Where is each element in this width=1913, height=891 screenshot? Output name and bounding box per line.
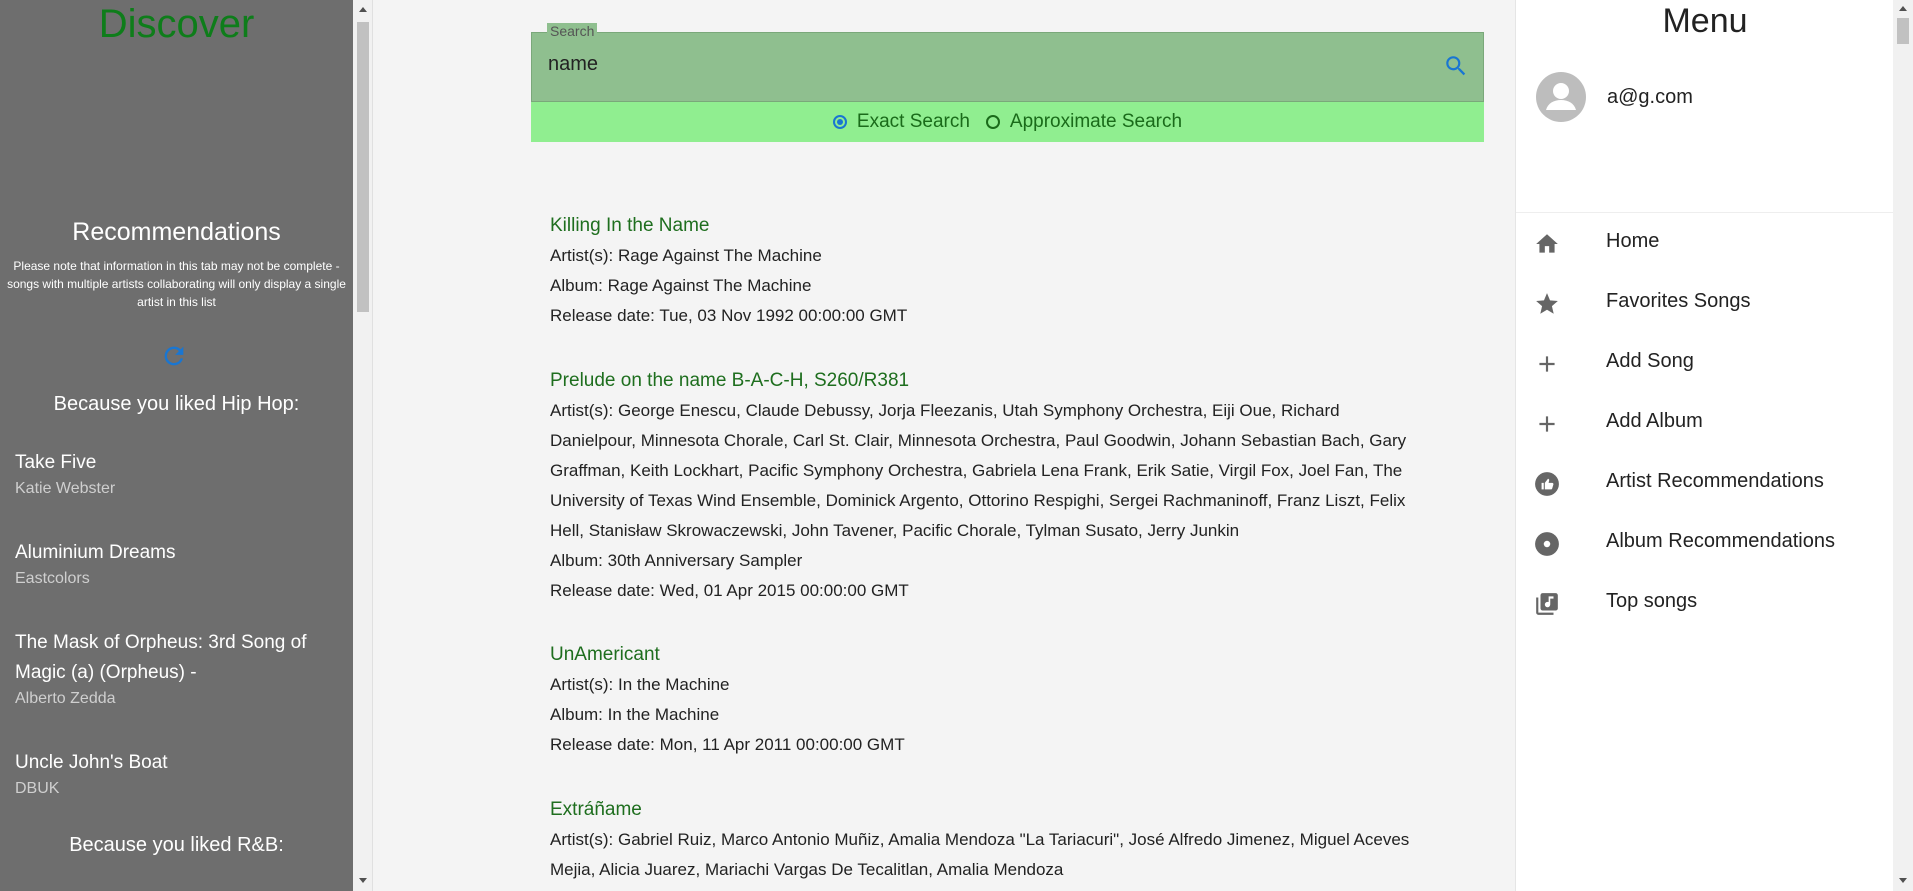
- recommended-song[interactable]: Uncle John's Boat DBUK: [15, 748, 345, 800]
- radio-selected-icon[interactable]: [832, 115, 847, 129]
- recommendations-heading: Recommendations: [72, 218, 281, 246]
- search-input[interactable]: [548, 53, 1398, 76]
- menu-item-label: Favorites Songs: [1606, 290, 1751, 312]
- disc-icon: [1535, 532, 1559, 556]
- result-artists-line: Hell, Stanisław Skrowaczewski, John Tave…: [550, 521, 1240, 540]
- result-release-date: Release date: Wed, 01 Apr 2015 00:00:00 …: [550, 581, 909, 600]
- sidebar-scrollbar[interactable]: [353, 0, 373, 891]
- menu-panel: Menu a@g.com Home Favorites Songs Add So…: [1515, 0, 1894, 891]
- menu-item-label: Top songs: [1606, 590, 1698, 612]
- search-result: Prelude on the name B-A-C-H, S260/R381 A…: [550, 366, 1470, 606]
- discover-title: Discover: [98, 2, 255, 46]
- recommended-song[interactable]: Take Five Katie Webster: [15, 448, 345, 500]
- search-result: Extráñame Artist(s): Gabriel Ruiz, Marco…: [550, 795, 1470, 885]
- plus-icon: [1539, 416, 1555, 432]
- approximate-search-radio[interactable]: Approximate Search: [985, 111, 1183, 133]
- search-label: Search: [547, 23, 598, 39]
- song-title: Take Five: [15, 452, 97, 473]
- user-icon: [1546, 83, 1576, 110]
- menu-item-label: Add Album: [1606, 410, 1703, 432]
- user-email: a@g.com: [1607, 86, 1693, 108]
- menu-item-label: Home: [1606, 230, 1660, 252]
- song-artist: Alberto Zedda: [15, 690, 116, 707]
- search-result: Killing In the Name Artist(s): Rage Agai…: [550, 211, 1470, 331]
- menu-item-top-songs[interactable]: Top songs: [1516, 575, 1894, 631]
- menu-title: Menu: [1662, 2, 1748, 40]
- result-album: Album: In the Machine: [550, 705, 720, 724]
- recommended-song[interactable]: Aluminium Dreams Eastcolors: [15, 538, 345, 590]
- song-title: The Mask of Orpheus: 3rd Song of: [15, 632, 307, 653]
- search-icon[interactable]: [1443, 53, 1469, 79]
- menu-item-home[interactable]: Home: [1516, 215, 1894, 271]
- menu-item-album-recommendations[interactable]: Album Recommendations: [1516, 515, 1894, 571]
- because-heading-hip-hop: Because you liked Hip Hop:: [53, 393, 300, 415]
- menu-item-label: Artist Recommendations: [1606, 470, 1824, 492]
- result-artists-line: University of Texas Wind Ensemble, Domin…: [550, 491, 1406, 510]
- result-release-date: Release date: Mon, 11 Apr 2011 00:00:00 …: [550, 735, 905, 754]
- note-line: Please note that information in this tab…: [13, 259, 340, 273]
- thumb-up-icon: [1535, 472, 1559, 496]
- exact-search-label: Exact Search: [856, 111, 970, 132]
- plus-icon: [1539, 356, 1555, 372]
- result-title[interactable]: Prelude on the name B-A-C-H, S260/R381: [550, 366, 1470, 396]
- scroll-down-arrow[interactable]: [1899, 878, 1907, 883]
- menu-item-add-album[interactable]: Add Album: [1516, 395, 1894, 451]
- result-title[interactable]: Extráñame: [550, 795, 1470, 825]
- avatar[interactable]: [1536, 72, 1586, 122]
- result-release-date: Release date: Tue, 03 Nov 1992 00:00:00 …: [550, 306, 908, 325]
- scrollbar-thumb[interactable]: [357, 22, 369, 312]
- song-title: Aluminium Dreams: [15, 542, 176, 563]
- scroll-down-arrow[interactable]: [359, 878, 367, 883]
- song-artist: DBUK: [15, 780, 60, 797]
- result-title[interactable]: UnAmericant: [550, 640, 1470, 670]
- song-artist: Katie Webster: [15, 480, 116, 497]
- menu-item-label: Add Song: [1606, 350, 1694, 372]
- search-result: UnAmericant Artist(s): In the Machine Al…: [550, 640, 1470, 760]
- recommendations-sidebar: Discover Recommendations Please note tha…: [0, 0, 353, 891]
- scrollbar-thumb[interactable]: [1897, 18, 1909, 44]
- page-scrollbar[interactable]: [1893, 0, 1913, 891]
- result-artists: Artist(s): Rage Against The Machine: [550, 246, 822, 265]
- because-heading-rnb: Because you liked R&B:: [69, 834, 284, 856]
- note-line: songs with multiple artists collaboratin…: [7, 277, 346, 291]
- song-artist: Eastcolors: [15, 570, 90, 587]
- result-album: Album: Rage Against The Machine: [550, 276, 812, 295]
- result-artists-line: Artist(s): George Enescu, Claude Debussy…: [550, 401, 1340, 420]
- star-icon: [1536, 293, 1558, 314]
- menu-item-add-song[interactable]: Add Song: [1516, 335, 1894, 391]
- exact-search-radio[interactable]: Exact Search: [832, 111, 970, 133]
- result-title[interactable]: Killing In the Name: [550, 211, 1470, 241]
- result-artists-line: Artist(s): Gabriel Ruiz, Marco Antonio M…: [550, 830, 1410, 849]
- result-artists: Artist(s): In the Machine: [550, 675, 730, 694]
- music-library-icon: [1536, 593, 1558, 615]
- song-title-line2: Magic (a) (Orpheus) -: [15, 662, 197, 683]
- note-line: artist in this list: [137, 295, 216, 309]
- scroll-up-arrow[interactable]: [1899, 6, 1907, 11]
- refresh-icon[interactable]: [160, 342, 188, 370]
- recommendations-note: Please note that information in this tab…: [0, 257, 353, 311]
- menu-item-favorites-songs[interactable]: Favorites Songs: [1516, 275, 1894, 331]
- search-mode-bar: Exact Search Approximate Search: [531, 102, 1484, 142]
- radio-unselected-icon[interactable]: [985, 115, 1000, 129]
- result-artists-line: Mejia, Alicia Juarez, Mariachi Vargas De…: [550, 860, 1064, 879]
- recommended-song[interactable]: The Mask of Orpheus: 3rd Song of Magic (…: [15, 628, 345, 710]
- home-icon: [1536, 234, 1558, 253]
- result-artists-line: Danielpour, Minnesota Chorale, Carl St. …: [550, 431, 1407, 450]
- approximate-search-label: Approximate Search: [1009, 111, 1183, 132]
- song-title: Uncle John's Boat: [15, 752, 168, 773]
- menu-item-label: Album Recommendations: [1606, 530, 1835, 552]
- menu-divider: [1516, 212, 1894, 213]
- result-artists-line: Graffman, Keith Lockhart, Pacific Sympho…: [550, 461, 1403, 480]
- menu-item-artist-recommendations[interactable]: Artist Recommendations: [1516, 455, 1894, 511]
- scroll-up-arrow[interactable]: [359, 7, 367, 12]
- result-album: Album: 30th Anniversary Sampler: [550, 551, 803, 570]
